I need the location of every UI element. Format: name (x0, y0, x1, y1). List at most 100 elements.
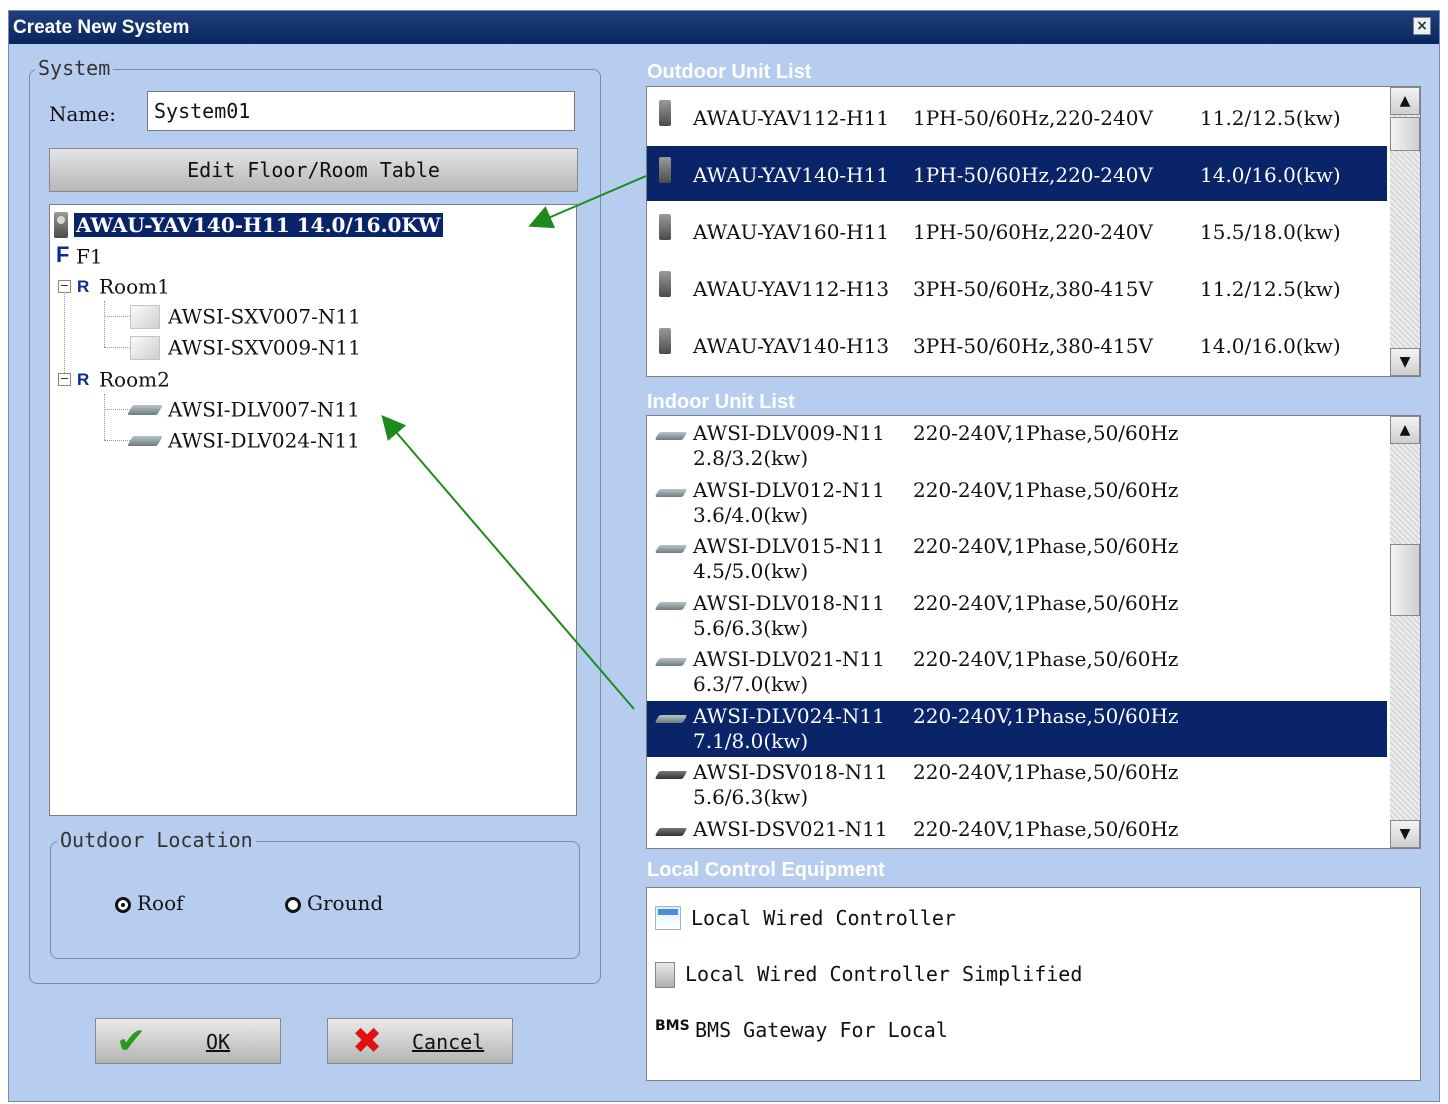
outdoor-capacity: 11.2/12.5(kw) (1200, 277, 1341, 301)
scroll-thumb[interactable] (1390, 117, 1420, 151)
indoor-capacity: 6.3/7.0(kw) (693, 672, 809, 696)
outdoor-unit-row[interactable]: AWAU-YAV112-H13 3PH-50/60Hz,380-415V 11.2/… (647, 260, 1387, 315)
indoor-unit-label: AWSI-SXV007-N11 (168, 304, 361, 329)
room-badge-icon: R (77, 370, 90, 389)
ok-label: OK (206, 1030, 231, 1054)
outdoor-unit-row[interactable]: AWAU-YAV160-H11 1PH-50/60Hz,220-240V 15.5/… (647, 203, 1387, 258)
duct-unit-icon (654, 488, 688, 497)
bms-icon: BMS (655, 1018, 690, 1034)
tree-node-room1[interactable]: − R Room1 (58, 273, 170, 301)
list-item[interactable]: BMS BMS Gateway For Local (655, 1018, 948, 1042)
duct-unit-icon (654, 545, 688, 553)
outdoor-unit-icon (54, 211, 68, 238)
indoor-unit-row[interactable]: AWSI-DLV018-N11 220-240V,1Phase,50/60Hz 5.… (647, 588, 1387, 644)
indoor-unit-row[interactable]: AWSI-DLV021-N11 220-240V,1Phase,50/60Hz 6.… (647, 644, 1387, 700)
indoor-model: AWSI-DLV012-N11 (693, 477, 885, 502)
scroll-up-icon[interactable]: ▲ (1390, 416, 1420, 444)
outdoor-capacity: 15.5/18.0(kw) (1200, 220, 1341, 244)
indoor-capacity: 7.1/8.0(kw) (693, 728, 809, 753)
duct-unit-icon (654, 714, 688, 723)
tree-line (104, 347, 130, 348)
outdoor-unit-row[interactable]: AWAU-YAV140-H11 1PH-50/60Hz,220-240V 14.0/… (647, 146, 1387, 201)
scroll-up-icon[interactable]: ▲ (1390, 87, 1420, 115)
lce-label: BMS Gateway For Local (695, 1018, 948, 1042)
tree-node-indoor-unit[interactable]: AWSI-SXV007-N11 (130, 303, 361, 331)
radio-unchecked-icon[interactable] (285, 896, 301, 913)
collapse-icon[interactable]: − (58, 280, 71, 293)
indoor-power: 220-240V,1Phase,50/60Hz (913, 590, 1179, 615)
indoor-unit-list[interactable]: AWSI-DLV009-N11 220-240V,1Phase,50/60Hz 2.… (646, 415, 1421, 849)
floor-label: F1 (76, 244, 103, 269)
indoor-unit-row[interactable]: AWSI-DLV009-N11 220-240V,1Phase,50/60Hz 2.… (647, 418, 1387, 474)
scroll-thumb[interactable] (1390, 544, 1420, 616)
scroll-down-icon[interactable]: ▼ (1390, 820, 1420, 848)
indoor-capacity: 5.6/6.3(kw) (693, 785, 809, 809)
outdoor-capacity: 14.0/16.0(kw) (1200, 334, 1341, 358)
indoor-unit-row[interactable]: AWSI-DLV024-N11 220-240V,1Phase,50/60Hz 7.… (647, 700, 1387, 757)
indoor-model: AWSI-DLV018-N11 (693, 590, 885, 615)
ground-label: Ground (307, 891, 384, 915)
tree-node-indoor-unit[interactable]: AWSI-DLV024-N11 (127, 427, 360, 455)
wired-controller-icon (655, 906, 681, 930)
list-item[interactable]: Local Wired Controller Simplified (655, 962, 1082, 988)
indoor-power: 220-240V,1Phase,50/60Hz (913, 477, 1179, 502)
outdoor-location-legend: Outdoor Location (57, 828, 256, 852)
indoor-capacity: 4.5/5.0(kw) (693, 559, 809, 583)
indoor-unit-row[interactable]: AWSI-DSV021-N11 220-240V,1Phase,50/60Hz (647, 814, 1387, 849)
system-tree[interactable]: AWAU-YAV140-H11 14.0/16.0KW F F1 − R Room1 … (49, 204, 577, 816)
create-new-system-dialog: Create New System × System Name: Edit Fl… (8, 10, 1440, 1102)
simplified-controller-icon (655, 962, 675, 988)
outdoor-unit-icon (659, 271, 671, 297)
tree-node-floor[interactable]: F F1 (56, 242, 103, 270)
ok-button[interactable]: ✔ OK (95, 1018, 281, 1064)
tree-node-indoor-unit[interactable]: AWSI-DLV007-N11 (127, 396, 360, 424)
indoor-capacity: 2.8/3.2(kw) (693, 446, 809, 470)
local-control-list[interactable]: Local Wired Controller Local Wired Contr… (646, 887, 1421, 1081)
outdoor-model: AWAU-YAV112-H13 (693, 277, 890, 301)
indoor-unit-row[interactable]: AWSI-DLV012-N11 220-240V,1Phase,50/60Hz 3.… (647, 475, 1387, 531)
collapse-icon[interactable]: − (58, 373, 71, 386)
tree-node-room2[interactable]: − R Room2 (58, 366, 170, 394)
system-name-input[interactable] (147, 91, 575, 131)
tree-node-indoor-unit[interactable]: AWSI-SXV009-N11 (130, 334, 361, 362)
tree-line (104, 394, 105, 440)
tree-line (104, 440, 130, 441)
outdoor-unit-icon (659, 328, 671, 354)
radio-checked-icon[interactable] (115, 896, 131, 913)
indoor-unit-row[interactable]: AWSI-DLV015-N11 220-240V,1Phase,50/60Hz 4.… (647, 531, 1387, 587)
roof-radio[interactable]: Roof (115, 891, 184, 915)
ground-radio[interactable]: Ground (285, 891, 383, 915)
outdoor-model: AWAU-YAV160-H11 (693, 220, 890, 244)
indoor-unit-icon (130, 335, 160, 360)
tree-line (104, 409, 130, 410)
indoor-power: 220-240V,1Phase,50/60Hz (913, 421, 1179, 445)
system-group-legend: System (35, 56, 114, 80)
outdoor-unit-list[interactable]: AWAU-YAV112-H11 1PH-50/60Hz,220-240V 11.2/… (646, 86, 1421, 377)
cancel-button[interactable]: ✖ Cancel (327, 1018, 513, 1064)
cancel-label: Cancel (412, 1030, 485, 1054)
indoor-unit-label: AWSI-DLV007-N11 (168, 397, 360, 422)
title-bar: Create New System × (9, 11, 1439, 44)
indoor-unit-row[interactable]: AWSI-DSV018-N11 220-240V,1Phase,50/60Hz 5.… (647, 757, 1387, 813)
list-item[interactable]: Local Wired Controller (655, 906, 956, 930)
outdoor-model: AWAU-YAV140-H13 (693, 334, 890, 358)
list-scrollbar[interactable]: ▲ ▼ (1390, 87, 1420, 376)
close-button[interactable]: × (1413, 17, 1431, 35)
outdoor-unit-row[interactable]: AWAU-YAV112-H11 1PH-50/60Hz,220-240V 11.2/… (647, 89, 1387, 144)
outdoor-unit-list-title: Outdoor Unit List (647, 61, 812, 83)
duct-unit-icon (654, 432, 688, 440)
tree-node-outdoor-unit[interactable]: AWAU-YAV140-H11 14.0/16.0KW (54, 211, 443, 239)
outdoor-power: 1PH-50/60Hz,220-240V (913, 163, 1153, 187)
indoor-unit-label: AWSI-SXV009-N11 (168, 335, 361, 360)
outdoor-power: 1PH-50/60Hz,220-240V (913, 220, 1153, 244)
lce-label: Local Wired Controller Simplified (685, 962, 1083, 986)
room-label: Room1 (99, 274, 170, 299)
indoor-capacity: 5.6/6.3(kw) (693, 615, 809, 640)
outdoor-unit-icon (659, 100, 671, 126)
edit-floor-room-table-button[interactable]: Edit Floor/Room Table (49, 148, 578, 192)
duct-unit-icon (654, 658, 688, 666)
list-scrollbar[interactable]: ▲ ▼ (1390, 416, 1420, 848)
outdoor-unit-row[interactable]: AWAU-YAV140-H13 3PH-50/60Hz,380-415V 14.0/… (647, 317, 1387, 372)
scroll-down-icon[interactable]: ▼ (1390, 348, 1420, 376)
indoor-model: AWSI-DLV015-N11 (693, 534, 885, 558)
